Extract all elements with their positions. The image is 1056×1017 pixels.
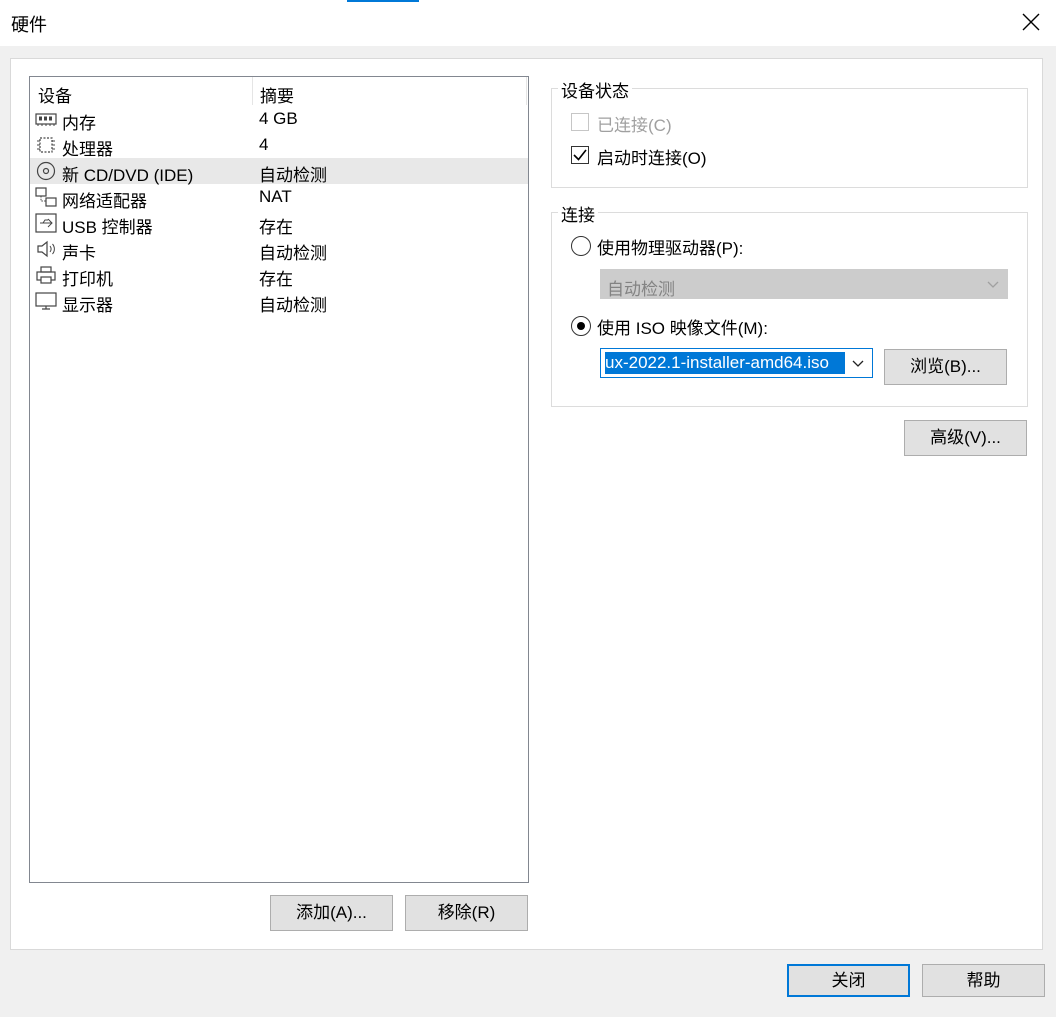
device-summary: 自动检测 xyxy=(259,296,327,315)
add-device-button[interactable]: 添加(A)... xyxy=(270,895,393,931)
memory-icon xyxy=(35,109,57,129)
column-divider[interactable] xyxy=(526,77,527,105)
physical-drive-label: 使用物理驱动器(P): xyxy=(597,239,744,258)
radio-circle[interactable] xyxy=(571,316,591,336)
list-header: 设备 摘要 xyxy=(30,77,528,107)
display-icon xyxy=(35,291,57,311)
device-status-group xyxy=(551,88,1028,188)
usb-controller-icon xyxy=(35,213,57,233)
close-icon[interactable] xyxy=(1020,11,1042,33)
device-summary: 4 xyxy=(259,135,269,154)
network-adapter-icon xyxy=(35,187,57,207)
radio-circle[interactable] xyxy=(571,236,591,256)
checkbox-box[interactable] xyxy=(571,146,589,164)
connection-title: 连接 xyxy=(558,201,598,226)
column-header-summary[interactable]: 摘要 xyxy=(260,82,294,107)
connected-label: 已连接(C) xyxy=(597,116,672,135)
cd-dvd-icon xyxy=(35,161,57,181)
device-summary: 存在 xyxy=(259,270,293,289)
device-row-cd-dvd[interactable]: 新 CD/DVD (IDE) 自动检测 xyxy=(30,158,528,185)
device-name: 声卡 xyxy=(62,244,96,263)
device-name: 处理器 xyxy=(62,140,113,159)
device-list[interactable]: 设备 摘要 内存 4 GB 处理器 4 新 CD/DVD (IDE) 自动检测 … xyxy=(29,76,529,883)
radio-dot xyxy=(577,322,585,330)
device-row-printer[interactable]: 打印机 存在 xyxy=(30,262,528,289)
device-summary: 存在 xyxy=(259,218,293,237)
device-name: USB 控制器 xyxy=(62,218,153,237)
device-summary: 自动检测 xyxy=(259,166,327,185)
iso-path-combobox[interactable]: ux-2022.1-installer-amd64.iso xyxy=(600,348,873,378)
connect-at-power-on-label: 启动时连接(O) xyxy=(597,149,707,168)
device-row-usb-controller[interactable]: USB 控制器 存在 xyxy=(30,210,528,237)
close-button[interactable]: 关闭 xyxy=(787,964,910,997)
help-button[interactable]: 帮助 xyxy=(922,964,1045,997)
device-name: 网络适配器 xyxy=(62,192,147,211)
device-summary: NAT xyxy=(259,187,292,206)
device-summary: 自动检测 xyxy=(259,244,327,263)
browse-button[interactable]: 浏览(B)... xyxy=(884,349,1007,385)
iso-image-label: 使用 ISO 映像文件(M): xyxy=(597,319,768,338)
physical-drive-select: 自动检测 xyxy=(600,269,1008,299)
device-name: 打印机 xyxy=(62,270,113,289)
advanced-button[interactable]: 高级(V)... xyxy=(904,420,1027,456)
device-name: 显示器 xyxy=(62,296,113,315)
device-status-title: 设备状态 xyxy=(558,77,632,102)
processor-icon xyxy=(35,135,57,155)
device-row-display[interactable]: 显示器 自动检测 xyxy=(30,288,528,315)
column-header-device[interactable]: 设备 xyxy=(38,82,72,107)
window-title: 硬件 xyxy=(11,15,47,35)
title-bar: 硬件 xyxy=(0,0,1056,46)
sound-card-icon xyxy=(35,239,57,259)
column-divider[interactable] xyxy=(252,77,253,105)
device-name: 新 CD/DVD (IDE) xyxy=(62,166,194,185)
iso-path-selection[interactable]: ux-2022.1-installer-amd64.iso xyxy=(605,352,845,374)
physical-drive-value: 自动检测 xyxy=(607,280,675,299)
checkmark-icon xyxy=(573,149,587,161)
device-name: 内存 xyxy=(62,114,96,133)
device-row-memory[interactable]: 内存 4 GB xyxy=(30,106,528,133)
title-accent-line xyxy=(347,0,419,2)
device-row-sound-card[interactable]: 声卡 自动检测 xyxy=(30,236,528,263)
device-row-network-adapter[interactable]: 网络适配器 NAT xyxy=(30,184,528,211)
chevron-down-icon xyxy=(987,281,999,288)
device-row-processor[interactable]: 处理器 4 xyxy=(30,132,528,159)
checkbox-box[interactable] xyxy=(571,113,589,131)
printer-icon xyxy=(35,265,57,285)
chevron-down-icon[interactable] xyxy=(852,357,864,369)
iso-path-value[interactable]: ux-2022.1-installer-amd64.iso xyxy=(605,353,831,372)
remove-device-button[interactable]: 移除(R) xyxy=(405,895,528,931)
device-summary: 4 GB xyxy=(259,109,298,128)
